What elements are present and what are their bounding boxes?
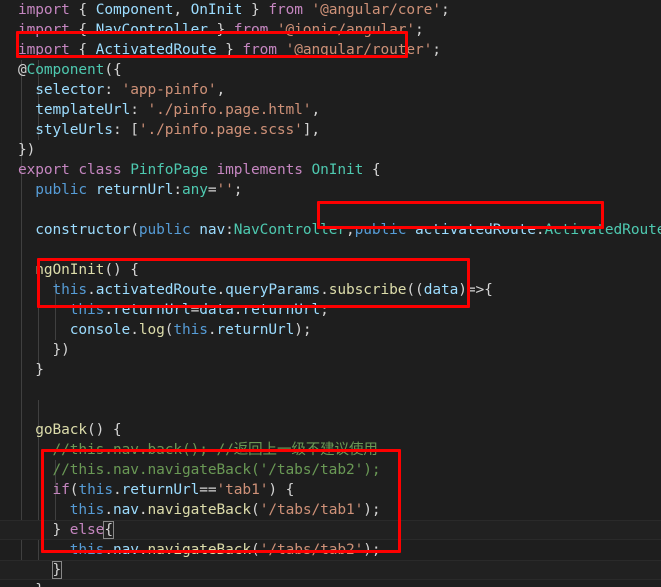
code-line[interactable]	[0, 380, 661, 400]
code-line[interactable]	[0, 240, 661, 260]
code-line[interactable]: }	[0, 360, 661, 380]
code-line[interactable]: this.nav.navigateBack('/tabs/tab1');	[0, 500, 661, 520]
code-line[interactable]: import { Component, OnInit } from '@angu…	[0, 0, 661, 20]
code-line[interactable]: goBack() {	[0, 420, 661, 440]
code-line[interactable]: //this.nav.back(); //返回上一级不建议使用	[0, 440, 661, 460]
code-line[interactable]: } else{	[0, 520, 661, 540]
code-line[interactable]: public returnUrl:any='';	[0, 180, 661, 200]
code-line[interactable]: console.log(this.returnUrl);	[0, 320, 661, 340]
code-line[interactable]: selector: 'app-pinfo',	[0, 80, 661, 100]
code-line[interactable]: this.activatedRoute.queryParams.subscrib…	[0, 280, 661, 300]
code-line[interactable]: templateUrl: './pinfo.page.html',	[0, 100, 661, 120]
code-line[interactable]: @Component({	[0, 60, 661, 80]
code-content[interactable]: import { Component, OnInit } from '@angu…	[0, 0, 661, 587]
code-line[interactable]: if(this.returnUrl=='tab1') {	[0, 480, 661, 500]
code-line[interactable]	[0, 400, 661, 420]
code-line[interactable]: this.returnUrl=data.returnUrl;	[0, 300, 661, 320]
code-line[interactable]: import { NavController } from '@ionic/an…	[0, 20, 661, 40]
code-line[interactable]: import { ActivatedRoute } from '@angular…	[0, 40, 661, 60]
code-line[interactable]: }	[0, 560, 661, 580]
code-line[interactable]: //this.nav.navigateBack('/tabs/tab2');	[0, 460, 661, 480]
code-line[interactable]: export class PinfoPage implements OnInit…	[0, 160, 661, 180]
code-line[interactable]: })	[0, 140, 661, 160]
code-line[interactable]: constructor(public nav:NavController,pub…	[0, 220, 661, 240]
code-line[interactable]: })	[0, 340, 661, 360]
code-line[interactable]: }	[0, 580, 661, 587]
code-line[interactable]: ngOnInit() {	[0, 260, 661, 280]
code-line[interactable]: styleUrls: ['./pinfo.page.scss'],	[0, 120, 661, 140]
code-line[interactable]	[0, 200, 661, 220]
code-line[interactable]: this.nav.navigateBack('/tabs/tab2');	[0, 540, 661, 560]
code-editor[interactable]: import { Component, OnInit } from '@angu…	[0, 0, 661, 587]
